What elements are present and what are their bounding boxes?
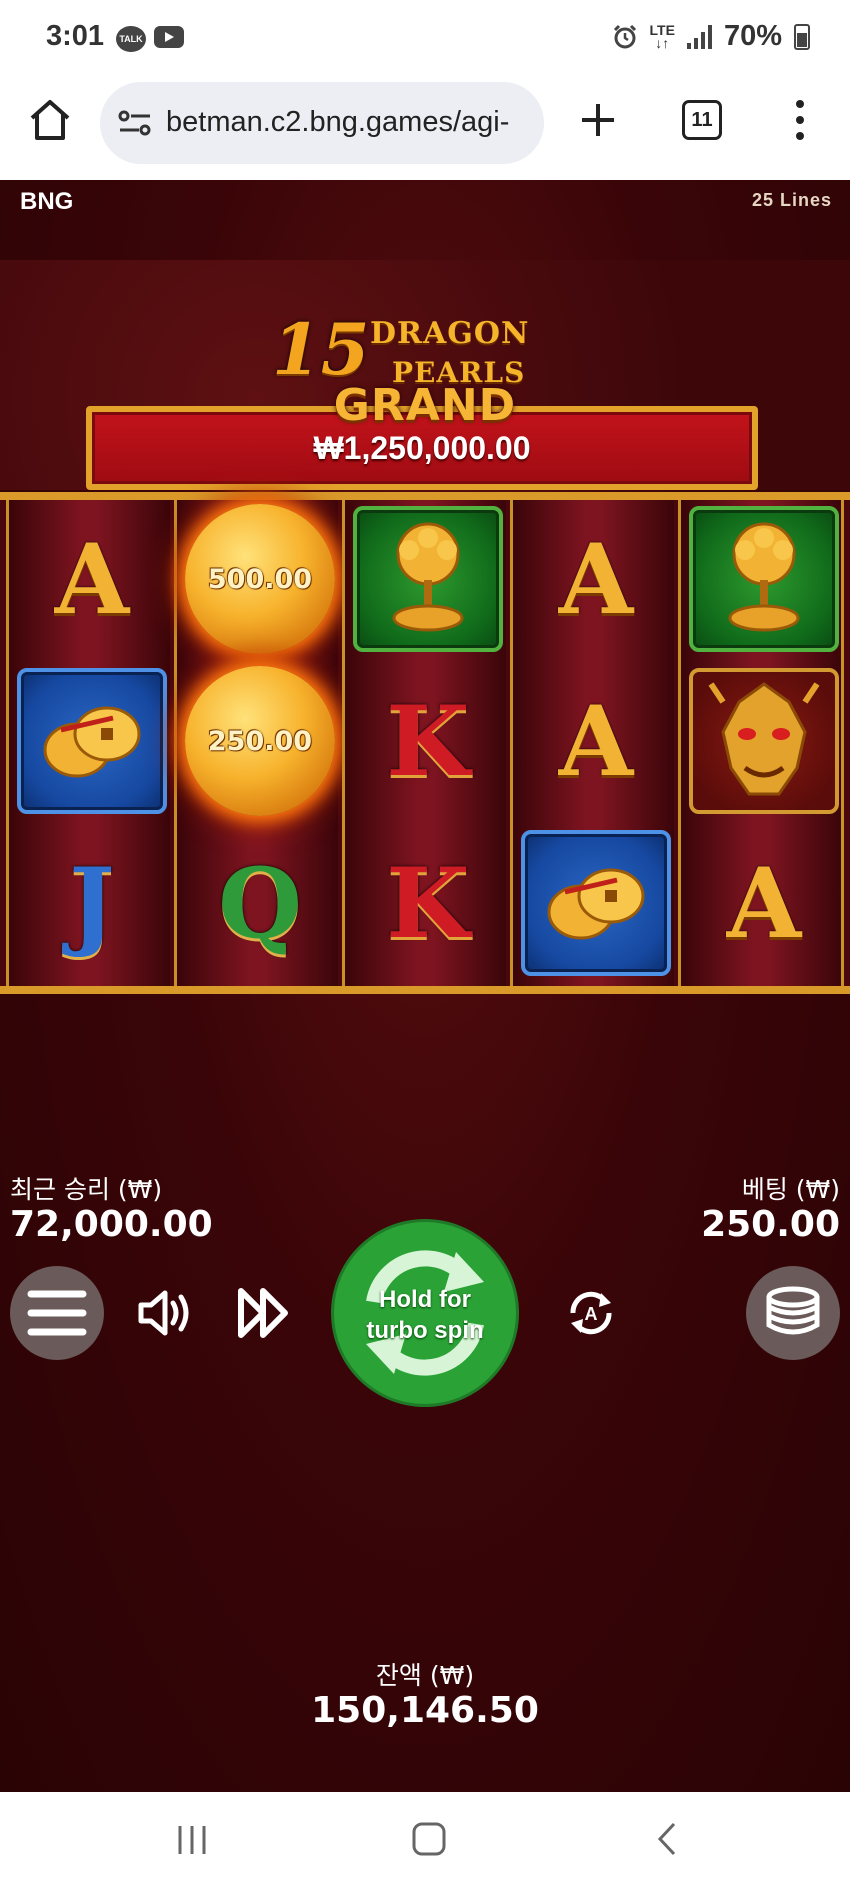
spin-button[interactable]: Hold for turbo spin: [334, 1222, 516, 1404]
pearl-value: 500.00: [207, 563, 313, 595]
symbol-pearl: 250.00: [181, 664, 339, 818]
balance-label: 잔액 (₩): [375, 1661, 475, 1690]
lte-icon: LTE ↓↑: [649, 21, 675, 51]
pearl-value: 250.00: [207, 725, 313, 757]
game-canvas[interactable]: BNG 25 Lines 15 DRAGON PEARLS ₩1,250,000…: [0, 180, 850, 1792]
symbol-dragon: [685, 664, 843, 818]
money-tree-icon: [353, 506, 503, 652]
svg-text:A: A: [585, 1304, 598, 1324]
reel-5: A: [678, 500, 844, 986]
tab-switcher-button[interactable]: 11: [682, 100, 722, 140]
reel-1: A J: [6, 500, 170, 986]
bet-label: 베팅 (₩): [741, 1175, 840, 1204]
sound-button[interactable]: [130, 1278, 200, 1348]
home-nav-icon[interactable]: [410, 1820, 448, 1858]
bet-value: 250.00: [701, 1204, 840, 1245]
symbol-a: A: [726, 846, 802, 960]
symbol-pearl: 500.00: [181, 502, 339, 656]
coin-stack-icon: [766, 1286, 820, 1335]
symbol-j: J: [69, 846, 115, 960]
speaker-icon: [138, 1290, 189, 1336]
address-bar[interactable]: betman.c2.bng.games/agi-: [100, 82, 544, 164]
fast-play-button[interactable]: [228, 1278, 298, 1348]
youtube-icon: [154, 26, 184, 48]
url-text[interactable]: betman.c2.bng.games/agi-: [166, 106, 536, 139]
bet-settings-button[interactable]: [746, 1266, 840, 1360]
grand-jackpot-value: ₩1,250,000.00: [313, 430, 531, 466]
symbol-a: A: [558, 522, 634, 636]
more-menu-icon[interactable]: [790, 98, 810, 142]
hamburger-icon: [27, 1290, 87, 1336]
fast-forward-icon: [238, 1288, 288, 1338]
paylines-label: 25 Lines: [751, 190, 832, 210]
battery-icon: [794, 23, 810, 50]
symbol-k: K: [386, 846, 470, 960]
kakaotalk-icon: TALK: [116, 26, 146, 52]
last-win-label: 최근 승리 (₩): [10, 1175, 163, 1204]
symbol-k: K: [386, 684, 470, 798]
coins-icon: [17, 668, 167, 814]
money-tree-icon: [689, 506, 839, 652]
back-icon[interactable]: [652, 1820, 682, 1858]
symbol-a: A: [558, 684, 634, 798]
battery-percent: 70%: [723, 20, 782, 52]
autoplay-icon: A: [570, 1291, 612, 1335]
dragon-icon: [689, 668, 839, 814]
signal-icon: [686, 24, 712, 49]
new-tab-icon[interactable]: [576, 98, 620, 142]
reel-4: A A: [510, 500, 674, 986]
pearl-icon: 500.00: [185, 504, 335, 654]
reel-3: K K: [342, 500, 506, 986]
grand-jackpot-title: GRAND: [333, 380, 517, 431]
symbol-q: Q: [218, 846, 302, 960]
symbol-tree: [685, 502, 843, 656]
symbol-tree: [349, 502, 507, 656]
coins-icon: [521, 830, 671, 976]
home-icon[interactable]: [26, 96, 74, 144]
site-settings-icon[interactable]: [118, 109, 152, 137]
spin-button-label: Hold for turbo spin: [366, 1286, 484, 1344]
pearl-icon: 250.00: [185, 666, 335, 816]
status-time: 3:01: [46, 20, 105, 52]
provider-logo: BNG: [20, 188, 74, 215]
menu-button[interactable]: [10, 1266, 104, 1360]
alarm-icon: [613, 24, 636, 48]
recent-apps-icon[interactable]: [174, 1822, 210, 1858]
reels-area: A J 500.00 250.00 Q K K A A A: [0, 492, 850, 994]
balance-value: 150,146.50: [311, 1690, 539, 1731]
symbol-a: A: [54, 522, 130, 636]
symbol-coins: [13, 664, 171, 818]
reel-2: 500.00 250.00 Q: [174, 500, 338, 986]
last-win-value: 72,000.00: [10, 1204, 213, 1245]
system-nav-bar: [0, 1792, 850, 1889]
symbol-coins: [517, 826, 675, 980]
autoplay-button[interactable]: A: [556, 1278, 626, 1348]
status-bar: 3:01 TALK LTE ↓↑ 70%: [0, 0, 850, 78]
browser-toolbar: betman.c2.bng.games/agi- 11: [0, 78, 850, 180]
